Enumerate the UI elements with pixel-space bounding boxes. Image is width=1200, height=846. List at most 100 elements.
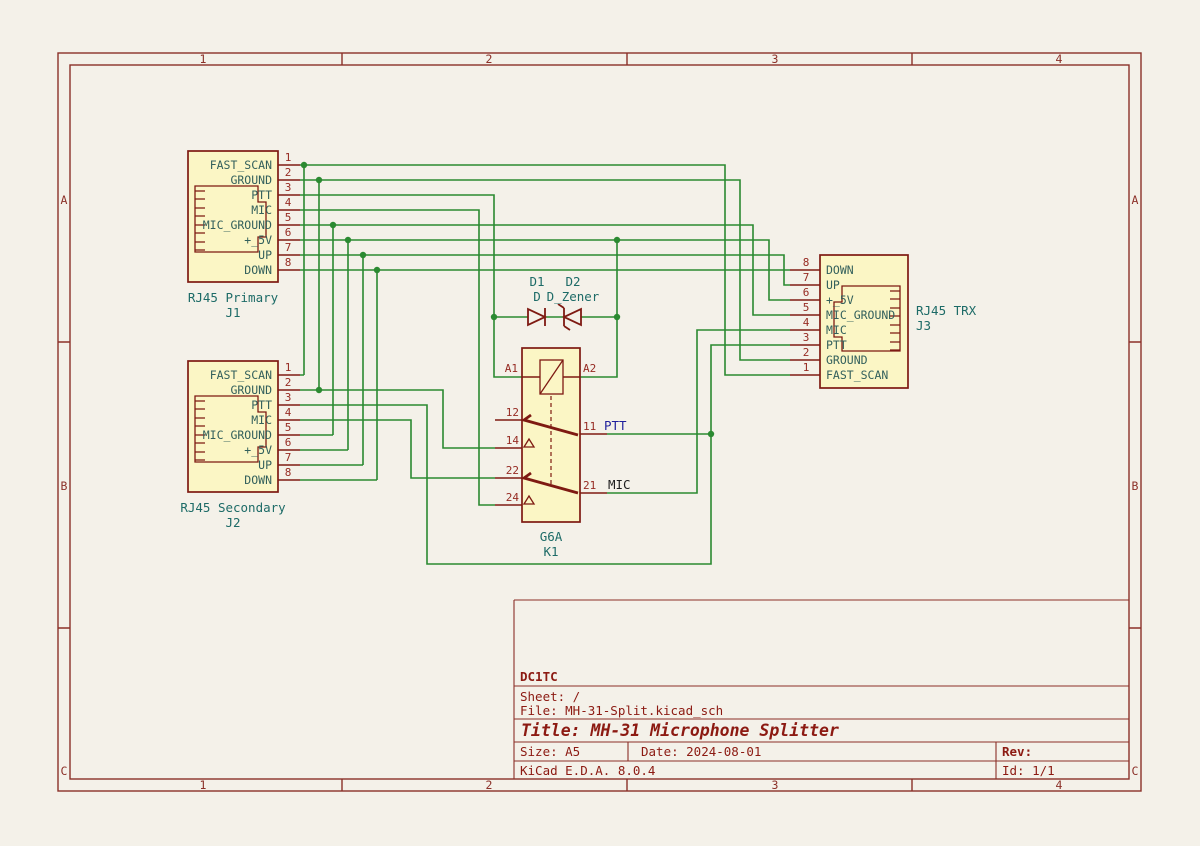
title-block-lines bbox=[514, 600, 1129, 779]
pin-number: 5 bbox=[803, 301, 810, 314]
junction-dot[interactable] bbox=[345, 237, 351, 243]
component-reference[interactable]: J2 bbox=[225, 515, 240, 530]
schematic-sheet: 1 2 3 4 1 2 3 4 A B C A B C bbox=[0, 0, 1200, 846]
component-reference[interactable]: K1 bbox=[543, 544, 558, 559]
title-block-company: DC1TC bbox=[520, 669, 558, 684]
title-block-rev: Rev: bbox=[1002, 744, 1032, 759]
component-reference[interactable]: D2 bbox=[565, 274, 580, 289]
pin-number: 2 bbox=[285, 166, 292, 179]
wire-segment[interactable] bbox=[300, 255, 363, 465]
frame-col-label: 2 bbox=[486, 778, 493, 792]
wire-segment[interactable] bbox=[300, 240, 348, 450]
pin-number: 2 bbox=[803, 346, 810, 359]
component-value[interactable]: RJ45 TRX bbox=[916, 303, 977, 318]
pin-name: GROUND bbox=[230, 383, 272, 397]
pin-name: MIC bbox=[251, 203, 272, 217]
junction-dot[interactable] bbox=[374, 267, 380, 273]
pin-number: 3 bbox=[803, 331, 810, 344]
pin-number: 6 bbox=[285, 226, 292, 239]
wire-segment[interactable] bbox=[607, 330, 790, 493]
pin-number: A1 bbox=[505, 362, 518, 375]
title-block: DC1TC Sheet: / File: MH-31-Split.kicad_s… bbox=[514, 600, 1129, 779]
pin-name: MIC_GROUND bbox=[203, 218, 272, 232]
component-value[interactable]: RJ45 Secondary bbox=[180, 500, 286, 515]
frame-row-label: A bbox=[1132, 193, 1139, 207]
title-block-title: Title: MH-31 Microphone Splitter bbox=[521, 721, 839, 740]
schematic-canvas[interactable]: 1 2 3 4 1 2 3 4 A B C A B C bbox=[0, 0, 1200, 846]
frame-col-label: 2 bbox=[486, 52, 493, 66]
component-reference[interactable]: D1 bbox=[529, 274, 544, 289]
pin-number: 3 bbox=[285, 181, 292, 194]
frame-col-label: 1 bbox=[200, 52, 207, 66]
pin-name: MIC_GROUND bbox=[203, 428, 272, 442]
junction-dot[interactable] bbox=[491, 314, 497, 320]
pin-name: MIC bbox=[251, 413, 272, 427]
wire-segment[interactable] bbox=[300, 225, 333, 435]
net-label-ptt[interactable]: PTT bbox=[604, 418, 627, 433]
pin-number: 7 bbox=[803, 271, 810, 284]
pin-number: 8 bbox=[285, 256, 292, 269]
component-value[interactable]: RJ45 Primary bbox=[188, 290, 279, 305]
pin-name: PTT bbox=[251, 188, 272, 202]
frame-row-label: B bbox=[1132, 479, 1139, 493]
pin-number: 4 bbox=[285, 406, 292, 419]
pin-name: UP bbox=[258, 458, 272, 472]
frame-col-label: 4 bbox=[1056, 778, 1063, 792]
wire-segment[interactable] bbox=[300, 420, 495, 478]
title-block-id: Id: 1/1 bbox=[1002, 763, 1055, 778]
component-value[interactable]: D bbox=[533, 289, 541, 304]
pin-number: 1 bbox=[803, 361, 810, 374]
title-block-file: File: MH-31-Split.kicad_sch bbox=[520, 703, 723, 718]
pin-number: 7 bbox=[285, 241, 292, 254]
pin-name: FAST_SCAN bbox=[210, 368, 272, 382]
junction-dot[interactable] bbox=[316, 177, 322, 183]
pin-number: 8 bbox=[285, 466, 292, 479]
pin-number: 6 bbox=[803, 286, 810, 299]
pin-name: +_5V bbox=[826, 293, 854, 307]
pin-number: 21 bbox=[583, 479, 596, 492]
component-value[interactable]: G6A bbox=[540, 529, 563, 544]
pin-number: 1 bbox=[285, 361, 292, 374]
component-j1[interactable]: 1 2 3 4 5 6 7 8 FAST_SCAN GROUND PTT MIC… bbox=[188, 151, 300, 320]
junction-dot[interactable] bbox=[330, 222, 336, 228]
pin-name: +_5V bbox=[244, 233, 272, 247]
title-block-sheet: Sheet: / bbox=[520, 689, 580, 704]
frame-col-label: 1 bbox=[200, 778, 207, 792]
pin-name: MIC_GROUND bbox=[826, 308, 895, 322]
junction-dot[interactable] bbox=[614, 314, 620, 320]
frame-col-label: 3 bbox=[772, 52, 779, 66]
frame-col-label: 3 bbox=[772, 778, 779, 792]
pin-number: 12 bbox=[506, 406, 519, 419]
pin-number: 11 bbox=[583, 420, 596, 433]
component-reference[interactable]: J3 bbox=[916, 318, 931, 333]
junction-dot[interactable] bbox=[614, 237, 620, 243]
component-j2[interactable]: 1 2 3 4 5 6 7 8 FAST_SCAN GROUND PTT MIC… bbox=[180, 361, 300, 530]
component-value[interactable]: D_Zener bbox=[547, 289, 600, 304]
pin-name: FAST_SCAN bbox=[826, 368, 888, 382]
component-j3[interactable]: 8 7 6 5 4 3 2 1 DOWN UP +_5V MIC_GROUND … bbox=[790, 255, 977, 388]
component-k1[interactable]: A1 A2 12 14 22 24 11 21 G6A K1 bbox=[495, 348, 607, 559]
pin-number: 1 bbox=[285, 151, 292, 164]
frame-row-label: C bbox=[61, 764, 68, 778]
component-d1[interactable]: D1 D bbox=[528, 274, 545, 326]
wire-segment[interactable] bbox=[300, 390, 495, 448]
net-label-mic[interactable]: MIC bbox=[608, 477, 631, 492]
diode-symbol[interactable] bbox=[528, 308, 545, 326]
component-d2[interactable]: D2 D_Zener bbox=[547, 274, 600, 330]
frame-row-label: C bbox=[1132, 764, 1139, 778]
component-reference[interactable]: J1 bbox=[225, 305, 240, 320]
wire-segment[interactable] bbox=[580, 240, 617, 377]
wire-segment[interactable] bbox=[300, 270, 377, 480]
pin-name: +_5V bbox=[244, 443, 272, 457]
pin-name: PTT bbox=[826, 338, 847, 352]
pin-name: DOWN bbox=[244, 263, 272, 277]
junction-dot[interactable] bbox=[301, 162, 307, 168]
junction-dot[interactable] bbox=[316, 387, 322, 393]
junction-dot[interactable] bbox=[708, 431, 714, 437]
junction-dot[interactable] bbox=[360, 252, 366, 258]
pin-number: 3 bbox=[285, 391, 292, 404]
pin-number: 7 bbox=[285, 451, 292, 464]
pin-name: PTT bbox=[251, 398, 272, 412]
pin-number: 24 bbox=[506, 491, 520, 504]
pin-name: FAST_SCAN bbox=[210, 158, 272, 172]
